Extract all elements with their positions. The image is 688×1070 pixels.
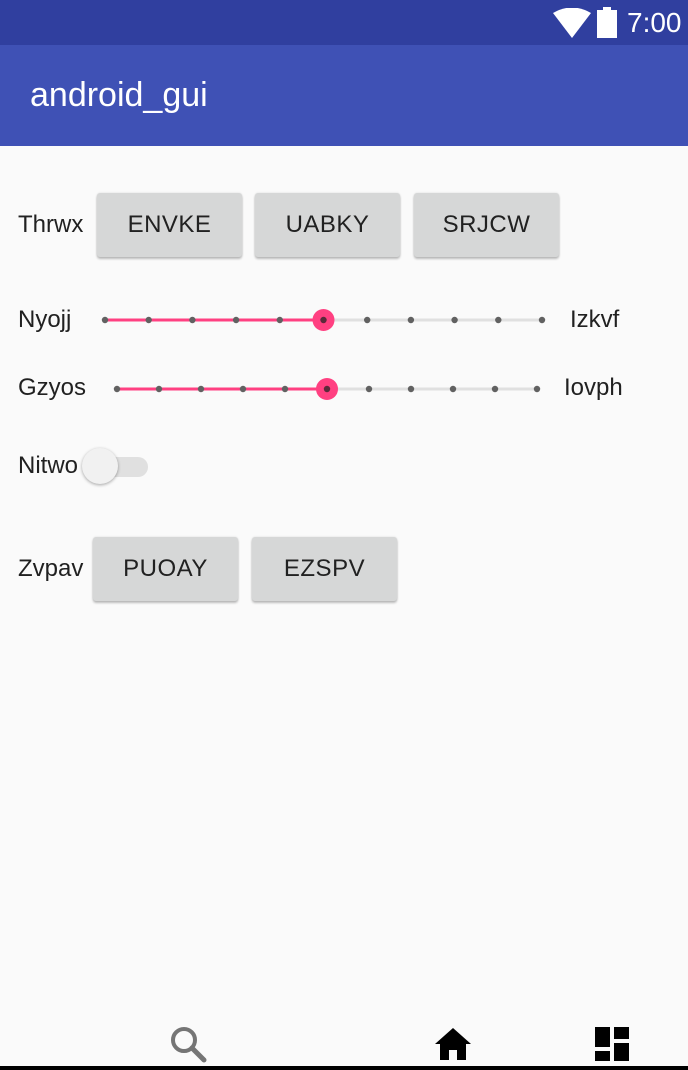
status-bar: 7:00 xyxy=(0,0,688,45)
bottom-nav xyxy=(0,1010,688,1070)
uabky-button[interactable]: UABKY xyxy=(255,193,400,257)
battery-icon xyxy=(597,7,617,38)
seek-bar-1-tick-mark xyxy=(407,316,415,324)
seek-bar-2-graphic[interactable] xyxy=(113,374,541,404)
seek-bar-1-tick-mark xyxy=(189,316,196,324)
switch-label: Nitwo xyxy=(18,452,79,479)
seek-bar-2-tick-mark xyxy=(323,385,331,393)
seek-bar-2-tick-mark xyxy=(197,385,205,393)
seek-bar-2-tick-mark xyxy=(449,385,457,393)
seek-bar-2-tick-mark xyxy=(365,385,373,393)
wifi-icon xyxy=(553,8,591,38)
seek-bar-2-tick-mark xyxy=(113,385,121,393)
puoay-button[interactable]: PUOAY xyxy=(93,537,238,601)
search-icon[interactable] xyxy=(168,1024,208,1064)
envke-button[interactable]: ENVKE xyxy=(97,193,242,257)
ezspv-button[interactable]: EZSPV xyxy=(252,537,397,601)
seek-bar-1-graphic[interactable] xyxy=(101,305,546,335)
seek-bar-1-tick-mark xyxy=(320,316,327,324)
seek-bar-1-tick-mark xyxy=(451,316,458,324)
seek-bar-1-tick-mark xyxy=(145,316,152,324)
row2-label: Zvpav xyxy=(18,555,84,582)
slider1-left-label: Nyojj xyxy=(18,306,72,333)
seek-bar-2-tick-mark xyxy=(533,385,541,393)
app-bar: android_gui xyxy=(0,45,688,146)
seek-bar-2-tick-mark xyxy=(491,385,499,393)
seek-bar-2-tick-mark xyxy=(281,385,289,393)
seek-bar-1-tick-mark xyxy=(538,316,546,324)
seek-bar-2[interactable] xyxy=(113,374,541,404)
status-time: 7:00 xyxy=(627,7,682,38)
seek-bar-1-tick-mark xyxy=(276,316,283,324)
slider1-right-label: Izkvf xyxy=(570,306,620,333)
seek-bar-2-tick-mark xyxy=(407,385,415,393)
seek-bar-1-tick-mark xyxy=(495,316,502,324)
seek-bar-1-tick-mark xyxy=(364,316,371,324)
srjcw-button[interactable]: SRJCW xyxy=(414,193,559,257)
app-title: android_gui xyxy=(30,76,208,114)
slider2-left-label: Gzyos xyxy=(18,374,87,401)
home-icon[interactable] xyxy=(433,1024,473,1064)
switch-thumb[interactable] xyxy=(82,448,118,484)
toggle-switch[interactable] xyxy=(82,448,150,484)
slider2-right-label: Iovph xyxy=(564,374,623,401)
seek-bar-1[interactable] xyxy=(101,305,546,335)
seek-bar-2-tick-mark xyxy=(155,385,163,393)
row1-label: Thrwx xyxy=(18,211,84,238)
seek-bar-2-tick-mark xyxy=(239,385,247,393)
seek-bar-1-tick-mark xyxy=(101,316,109,324)
dashboard-icon[interactable] xyxy=(592,1024,632,1064)
seek-bar-1-tick-mark xyxy=(232,316,240,324)
